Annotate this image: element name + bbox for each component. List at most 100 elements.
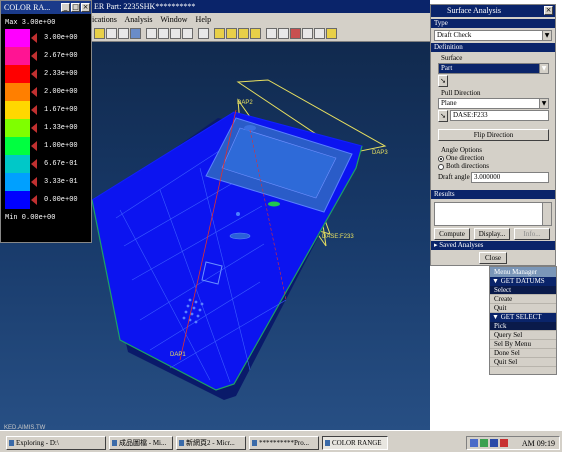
color-swatch	[5, 65, 30, 83]
both-directions-label: Both directions	[446, 162, 489, 170]
toolbar-hidden-icon[interactable]	[302, 28, 313, 39]
chevron-down-icon[interactable]: ▼	[539, 64, 548, 73]
scrollbar[interactable]	[542, 203, 551, 225]
menu-item-create[interactable]: Create	[490, 295, 556, 304]
type-select-value: Draft Check	[437, 31, 472, 39]
toolbar-print-icon[interactable]	[118, 28, 129, 39]
taskbar-button[interactable]: Exploring - D:\	[6, 436, 106, 450]
color-value: 0.00e+00	[44, 196, 78, 204]
toolbar-datum-point-icon[interactable]	[238, 28, 249, 39]
datum-reference-field[interactable]: DASE:F233	[450, 110, 549, 121]
menu-bar: ications Analysis Window Help	[92, 13, 430, 26]
pick-direction-button[interactable]: ➘	[438, 110, 448, 122]
menu-item-select[interactable]: Select	[490, 286, 556, 295]
type-select[interactable]: Draft Check ▼	[434, 30, 552, 41]
menu-help[interactable]: Help	[196, 15, 212, 24]
info-button[interactable]: Info...	[514, 228, 550, 240]
scale-tick-icon	[31, 33, 37, 43]
menu-item-sel-by-menu[interactable]: Sel By Menu	[490, 340, 556, 349]
chevron-down-icon[interactable]: ▼	[539, 99, 548, 108]
phone-green-key	[268, 201, 280, 207]
menu-item-pick[interactable]: Pick	[490, 322, 556, 331]
color-value: 2.00e+00	[44, 88, 78, 96]
color-swatch	[5, 137, 30, 155]
collapse-arrow-icon: ▼	[492, 277, 501, 285]
menu-item-done-sel[interactable]: Done Sel	[490, 349, 556, 358]
close-button[interactable]: Close	[479, 252, 507, 264]
saved-analyses-toggle[interactable]: ▸ Saved Analyses	[431, 241, 555, 250]
color-range-max: Max 3.00e+00	[5, 19, 56, 27]
toolbar-orient-icon[interactable]	[158, 28, 169, 39]
maximize-icon[interactable]: □	[71, 3, 80, 12]
scale-tick-icon	[31, 195, 37, 205]
close-icon[interactable]: ×	[544, 6, 553, 15]
toolbar-email-icon[interactable]	[130, 28, 141, 39]
draft-angle-label: Draft angle	[438, 173, 470, 181]
toolbar-model-tree-icon[interactable]	[290, 28, 301, 39]
color-swatch	[5, 29, 30, 47]
toolbar-save-icon[interactable]	[106, 28, 117, 39]
speaker-icon[interactable]	[470, 439, 478, 447]
menu-analysis[interactable]: Analysis	[124, 15, 152, 24]
results-section-header: Results	[431, 190, 555, 199]
toolbar-view-icon[interactable]	[266, 28, 277, 39]
toolbar-csys-icon[interactable]	[250, 28, 261, 39]
phone-small-dot	[236, 212, 240, 216]
menu-item-quit[interactable]: Quit	[490, 304, 556, 313]
toolbar-datum-plane-icon[interactable]	[214, 28, 225, 39]
toolbar-refit-icon[interactable]	[198, 28, 209, 39]
surface-analysis-dialog: Surface Analysis × Type Draft Check ▼ De…	[430, 4, 556, 266]
toolbar-shade-icon[interactable]	[314, 28, 325, 39]
toolbar-open-icon[interactable]	[94, 28, 105, 39]
one-direction-radio[interactable]	[438, 156, 444, 162]
surface-analysis-title: Surface Analysis	[447, 6, 501, 15]
toolbar-layer-icon[interactable]	[278, 28, 289, 39]
toolbar-repaint-icon[interactable]	[146, 28, 157, 39]
draft-angle-value: 3.000000	[474, 173, 501, 181]
menu-applications[interactable]: ications	[92, 15, 117, 24]
desktop: DAP2 DAP3 DASE:F233 DAP1 ER Part: 2235SH…	[0, 0, 562, 452]
color-value: 6.67e-01	[44, 160, 78, 168]
cursor-arrow-icon: ➘	[440, 77, 446, 85]
both-directions-radio[interactable]	[438, 164, 444, 170]
results-list[interactable]	[434, 202, 552, 226]
color-range-window: COLOR RA... _ □ × Max 3.00e+00 3.00e+00 …	[0, 0, 92, 243]
menu-item-quit-sel[interactable]: Quit Sel	[490, 358, 556, 367]
color-value: 3.33e-01	[44, 178, 78, 186]
taskbar-button[interactable]: **********Pro...	[249, 436, 319, 450]
surface-select[interactable]: Part ▼	[438, 63, 549, 74]
color-range-title: COLOR RA...	[4, 3, 51, 12]
taskbar-button[interactable]: 成品圖檔 - Mi...	[109, 436, 173, 450]
app-title-bar: ER Part: 2235SHK**********	[92, 0, 430, 13]
toolbar-zoom-in-icon[interactable]	[170, 28, 181, 39]
minimize-icon[interactable]: _	[61, 3, 70, 12]
system-tray: AM 09:19	[466, 436, 560, 450]
menu-window[interactable]: Window	[160, 15, 187, 24]
compute-button[interactable]: Compute	[434, 228, 470, 240]
color-value: 1.33e+00	[44, 124, 78, 132]
color-swatch	[5, 119, 30, 137]
display-button[interactable]: Display...	[474, 228, 510, 240]
close-icon[interactable]: ×	[81, 3, 90, 12]
draft-angle-input[interactable]: 3.000000	[471, 172, 549, 183]
toolbar-datum-axis-icon[interactable]	[226, 28, 237, 39]
color-swatch	[5, 155, 30, 173]
network-icon[interactable]	[480, 439, 488, 447]
taskbar-button[interactable]: 新網頁2 - Micr...	[176, 436, 246, 450]
toolbar-zoom-out-icon[interactable]	[182, 28, 193, 39]
menu-item-query-sel[interactable]: Query Sel	[490, 331, 556, 340]
input-method-icon[interactable]	[490, 439, 498, 447]
antivirus-icon[interactable]	[500, 439, 508, 447]
select-arrow-button[interactable]: ➘	[438, 75, 448, 87]
surface-analysis-title-bar: Surface Analysis ×	[431, 5, 555, 17]
flip-direction-button[interactable]: Flip Direction	[438, 129, 549, 141]
chevron-down-icon[interactable]: ▼	[542, 31, 551, 40]
cursor-arrow-icon: ➘	[440, 112, 446, 120]
menu-group-get-select[interactable]: ▼ GET SELECT	[490, 313, 556, 322]
taskbar-button[interactable]: COLOR RANGE	[322, 436, 388, 450]
scale-tick-icon	[31, 69, 37, 79]
toolbar-spin-icon[interactable]	[326, 28, 337, 39]
menu-group-get-datums[interactable]: ▼ GET DATUMS	[490, 277, 556, 286]
pull-direction-select[interactable]: Plane ▼	[438, 98, 549, 109]
datum-label-top: DAP2	[237, 100, 253, 106]
